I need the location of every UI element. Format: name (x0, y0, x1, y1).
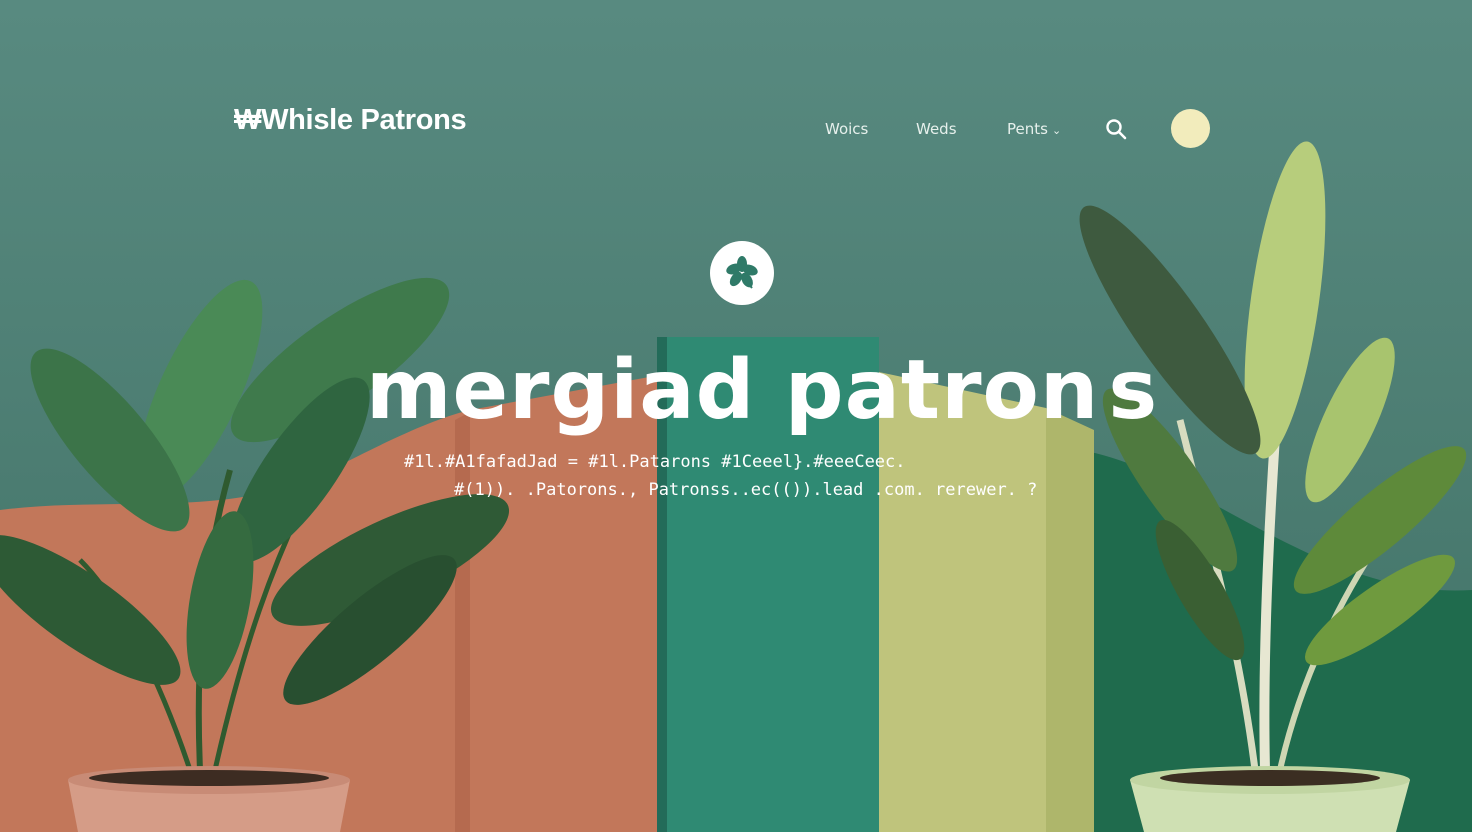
site-logo[interactable]: ₩Whisle Patrons (234, 104, 467, 137)
olive-panel-back (1046, 408, 1094, 832)
hero-headline: mergiad patron s (366, 343, 1159, 438)
flower-icon (726, 256, 758, 289)
flower-badge (710, 241, 774, 305)
nav-link-woics[interactable]: Woics (825, 120, 868, 138)
nav-link-pents-label: Pents (1007, 120, 1048, 138)
avatar[interactable] (1171, 109, 1210, 148)
search-button[interactable] (1104, 117, 1128, 141)
hero-scene: ₩Whisle Patrons Woics Weds Pents ⌄ mergi… (0, 0, 1472, 832)
hero-tagline-line-1: #1l.#A1fafadJad = #1l.Patarons #1Ceeel}.… (404, 452, 906, 472)
nav-link-pents[interactable]: Pents ⌄ (1007, 120, 1061, 138)
hero-tagline-line-2: #(1)). .Patorons., Patronss..ec(()).lead… (454, 480, 1038, 500)
search-icon (1106, 119, 1127, 140)
site-header: ₩Whisle Patrons Woics Weds Pents ⌄ (0, 0, 1472, 200)
terracotta-fold (455, 412, 470, 832)
olive-panel (879, 372, 1046, 832)
nav-link-weds[interactable]: Weds (916, 120, 957, 138)
chevron-down-icon: ⌄ (1051, 124, 1062, 137)
